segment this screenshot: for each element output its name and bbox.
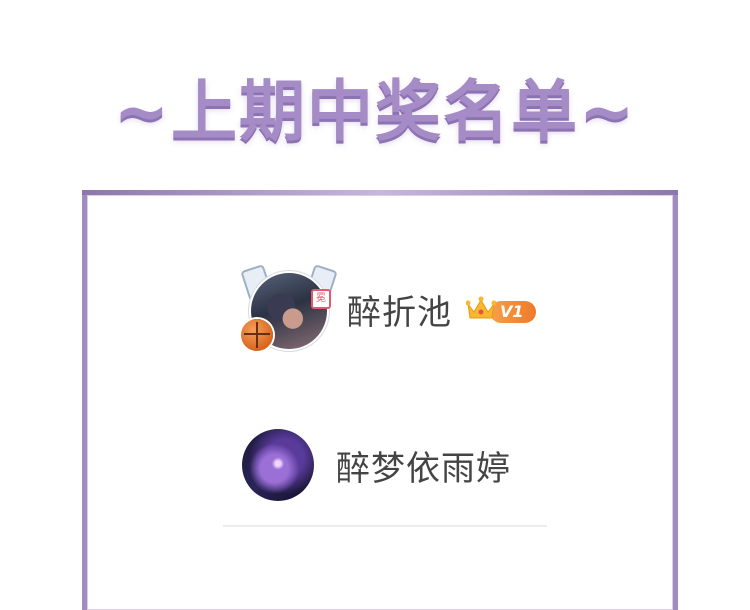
basketball-icon (241, 319, 273, 351)
crown-icon (466, 296, 496, 322)
winner-item: 冕 醉折池 V1 (240, 264, 536, 351)
winner-list-frame: 冕 醉折池 V1 醉梦依雨婷 (82, 190, 678, 610)
winner-name: 醉梦依雨婷 (336, 448, 511, 489)
page-title: ~上期中奖名单~ (113, 73, 637, 150)
avatar: 冕 (240, 264, 338, 351)
winner-name: 醉折池 (347, 292, 452, 333)
avatar (242, 429, 314, 501)
divider (223, 525, 547, 527)
seal-icon: 冕 (311, 289, 331, 309)
winner-item: 醉梦依雨婷 (242, 429, 511, 501)
level-badge: V1 (490, 301, 536, 323)
